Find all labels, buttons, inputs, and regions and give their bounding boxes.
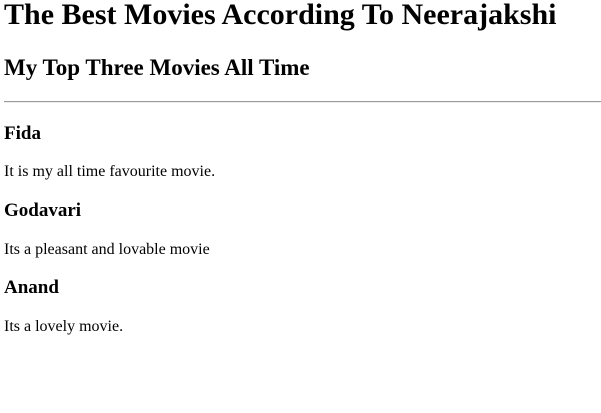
movie-title: Anand <box>4 277 59 298</box>
movie-title: Godavari <box>4 200 82 221</box>
movie-description: Its a pleasant and lovable movie <box>4 241 210 258</box>
movie-description: Its a lovely movie. <box>4 318 124 335</box>
horizontal-divider <box>4 101 601 103</box>
page-title: The Best Movies According To Neerajakshi <box>4 0 557 31</box>
movie-title: Fida <box>4 123 41 144</box>
movie-description: It is my all time favourite movie. <box>4 163 216 180</box>
page-subtitle: My Top Three Movies All Time <box>4 55 310 80</box>
